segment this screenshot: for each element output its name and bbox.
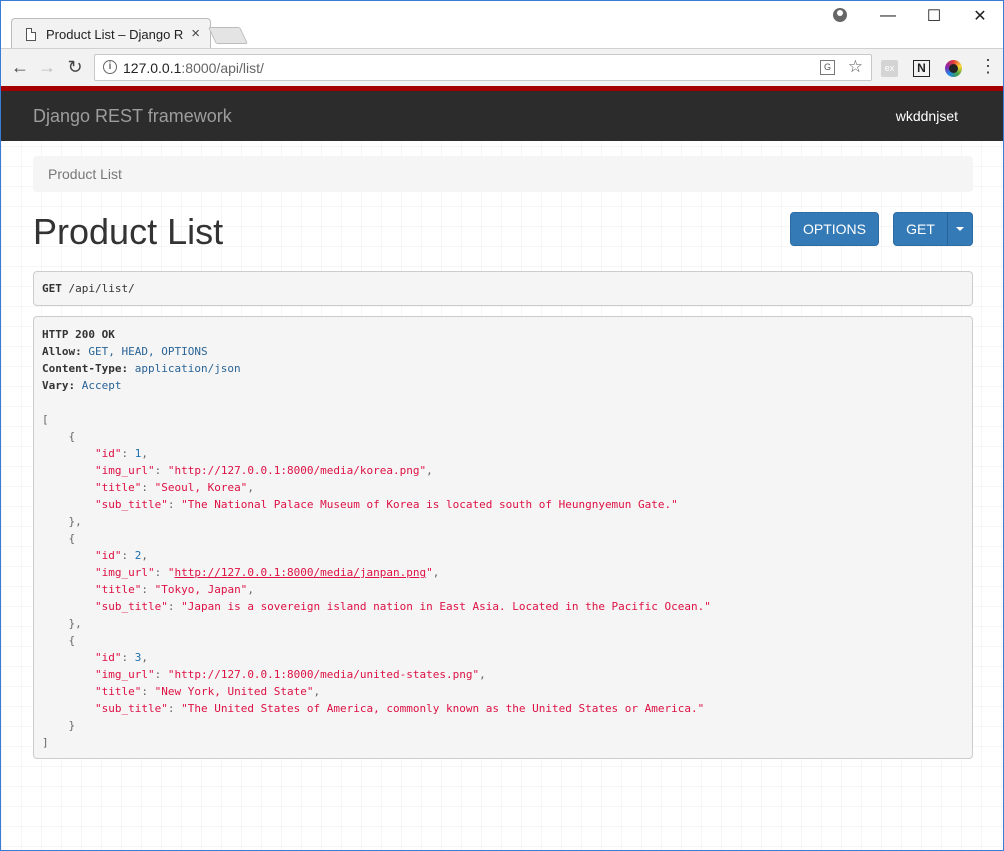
json-field: "img_url": "http://127.0.0.1:8000/media/… (94, 464, 433, 477)
json-field: "id": 1, (94, 447, 148, 460)
json-brace: { (42, 532, 76, 545)
json-bracket: ] (42, 736, 49, 749)
response-header: Vary: Accept (42, 377, 964, 394)
minimize-button[interactable]: — (865, 1, 911, 31)
response-status: HTTP 200 OK (42, 326, 964, 343)
breadcrumb-item-product-list[interactable]: Product List (48, 166, 122, 182)
json-brace: }, (42, 617, 82, 630)
extension-ex-icon[interactable]: ex (881, 60, 898, 77)
close-tab-icon[interactable]: × (191, 25, 200, 42)
header-name: Vary: (42, 379, 76, 392)
json-field: "title": "New York, United State", (94, 685, 321, 698)
window-controls: — ☐ ✕ (865, 1, 1003, 31)
address-bar[interactable]: i 127.0.0.1:8000/api/list/ G ☆ (94, 54, 872, 81)
back-icon[interactable]: ← (9, 56, 31, 78)
close-window-button[interactable]: ✕ (957, 1, 1003, 31)
json-value: "The National Palace Museum of Korea is … (181, 498, 678, 511)
json-value: "Japan is a sovereign island nation in E… (181, 600, 711, 613)
browser-toolbar: ← → ↻ i 127.0.0.1:8000/api/list/ G ☆ ex … (1, 48, 1003, 86)
browser-tab[interactable]: Product List – Django R × (11, 18, 211, 49)
url-host: 127.0.0.1 (123, 60, 182, 76)
page-title: Product List (33, 211, 224, 252)
reload-icon[interactable]: ↻ (64, 56, 86, 78)
response-header: Content-Type: application/json (42, 360, 964, 377)
bookmark-star-icon[interactable]: ☆ (848, 57, 863, 77)
site-info-icon[interactable]: i (103, 60, 117, 74)
response-header: Allow: GET, HEAD, OPTIONS (42, 343, 964, 360)
json-field: "id": 3, (94, 651, 148, 664)
json-field: "sub_title": "The National Palace Museum… (94, 498, 678, 511)
forward-icon[interactable]: → (36, 56, 58, 78)
json-field: "img_url": "http://127.0.0.1:8000/media/… (94, 668, 486, 681)
response-info: HTTP 200 OK Allow: GET, HEAD, OPTIONS Co… (33, 316, 973, 759)
json-field: "sub_title": "The United States of Ameri… (94, 702, 705, 715)
caret-down-icon (956, 227, 964, 231)
request-method: GET (42, 282, 62, 295)
brand-link[interactable]: Django REST framework (33, 106, 232, 127)
maximize-button[interactable]: ☐ (911, 1, 957, 31)
json-value: "Seoul, Korea" (154, 481, 248, 494)
profile-icon[interactable] (833, 8, 847, 22)
json-value: "http://127.0.0.1:8000/media/korea.png" (167, 464, 427, 477)
header-name: Allow: (42, 345, 82, 358)
tab-strip: Product List – Django R × — ☐ ✕ (1, 1, 1003, 49)
json-brace: }, (42, 515, 82, 528)
json-field: "sub_title": "Japan is a sovereign islan… (94, 600, 711, 613)
request-path: /api/list/ (68, 282, 135, 295)
url-text[interactable]: 127.0.0.1:8000/api/list/ (123, 60, 264, 76)
json-field: "title": "Tokyo, Japan", (94, 583, 254, 596)
options-button[interactable]: OPTIONS (790, 212, 879, 246)
json-field: "title": "Seoul, Korea", (94, 481, 254, 494)
json-brace: } (42, 719, 76, 732)
json-field: "img_url": "http://127.0.0.1:8000/media/… (94, 566, 440, 579)
header-value: Accept (81, 379, 122, 392)
json-value: "Tokyo, Japan" (154, 583, 248, 596)
navbar: Django REST framework wkddnjset (1, 86, 1003, 141)
json-field: "id": 2, (94, 549, 148, 562)
breadcrumb: Product List (33, 156, 973, 192)
url-path: :8000/api/list/ (181, 60, 264, 76)
header-value: GET, HEAD, OPTIONS (88, 345, 208, 358)
tab-title: Product List – Django R (46, 27, 184, 42)
json-bracket: [ (42, 413, 49, 426)
browser-menu-icon[interactable]: ⋮ (979, 57, 997, 75)
header-name: Content-Type: (42, 362, 129, 375)
header-value: application/json (134, 362, 241, 375)
img-url-link[interactable]: http://127.0.0.1:8000/media/janpan.png (174, 566, 426, 579)
extension-n-icon[interactable]: N (913, 60, 930, 77)
json-brace: { (42, 634, 76, 647)
new-tab-button[interactable] (208, 27, 248, 44)
status-text: HTTP 200 OK (42, 328, 115, 341)
extension-color-icon[interactable] (945, 60, 962, 77)
json-value: "The United States of America, commonly … (181, 702, 705, 715)
user-menu[interactable]: wkddnjset (896, 108, 958, 124)
json-brace: { (42, 430, 76, 443)
get-format-dropdown[interactable] (947, 212, 973, 246)
json-value: "http://127.0.0.1:8000/media/united-stat… (167, 668, 480, 681)
request-info: GET /api/list/ (33, 271, 973, 306)
get-button[interactable]: GET (893, 212, 948, 246)
translate-icon[interactable]: G (820, 60, 835, 75)
json-value: "New York, United State" (154, 685, 314, 698)
page-icon (26, 28, 36, 41)
page-content: Django REST framework wkddnjset Product … (1, 86, 1003, 850)
browser-window: Product List – Django R × — ☐ ✕ ← → ↻ i … (0, 0, 1004, 851)
